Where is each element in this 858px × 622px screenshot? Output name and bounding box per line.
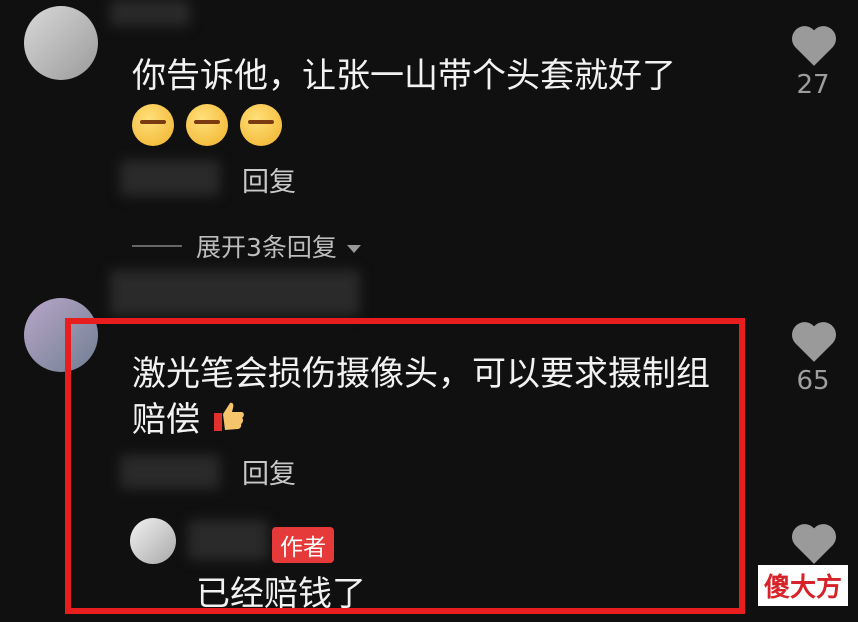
smirk-emoji-icon: [240, 104, 282, 146]
reply-button[interactable]: 回复: [242, 160, 296, 199]
divider: [132, 245, 182, 247]
heart-icon[interactable]: [788, 520, 840, 566]
highlight-frame: [65, 318, 745, 614]
heart-icon[interactable]: [788, 22, 840, 68]
like-count: 27: [796, 70, 830, 100]
timestamp-blurred: [120, 160, 220, 196]
watermark: 傻大方: [757, 565, 848, 606]
smirk-emoji-icon: [186, 104, 228, 146]
comment-text: 你告诉他，让张一山带个头套就好了: [132, 56, 676, 96]
expand-replies-link[interactable]: 展开3条回复: [196, 228, 363, 264]
like-count: 65: [796, 366, 830, 396]
caret-down-icon: [346, 245, 361, 253]
emoji-row: [132, 104, 294, 150]
heart-icon[interactable]: [788, 318, 840, 364]
smirk-emoji-icon: [132, 104, 174, 146]
username-blurred: [110, 270, 360, 316]
avatar[interactable]: [24, 6, 98, 80]
expand-replies-label: 展开3条回复: [196, 233, 337, 262]
username-blurred: [110, 0, 190, 26]
